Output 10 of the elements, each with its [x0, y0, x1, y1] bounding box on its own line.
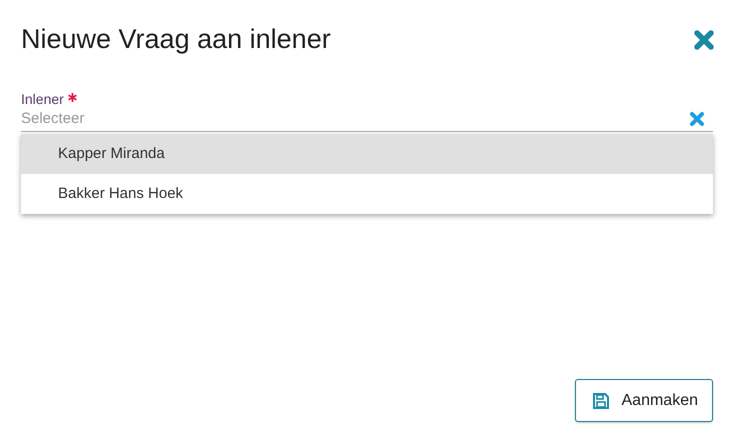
dropdown-option[interactable]: Bakker Hans Hoek	[21, 174, 713, 214]
close-button[interactable]	[693, 28, 715, 50]
close-icon	[693, 28, 715, 50]
clear-icon[interactable]	[689, 110, 705, 126]
dialog-title: Nieuwe Vraag aan inlener	[21, 24, 331, 55]
select-field[interactable]: Selecteer	[21, 110, 689, 127]
save-icon	[592, 392, 610, 410]
create-button[interactable]: Aanmaken	[574, 379, 713, 422]
field-label: Inlener	[21, 91, 64, 107]
dropdown-option[interactable]: Kapper Miranda	[21, 134, 713, 174]
